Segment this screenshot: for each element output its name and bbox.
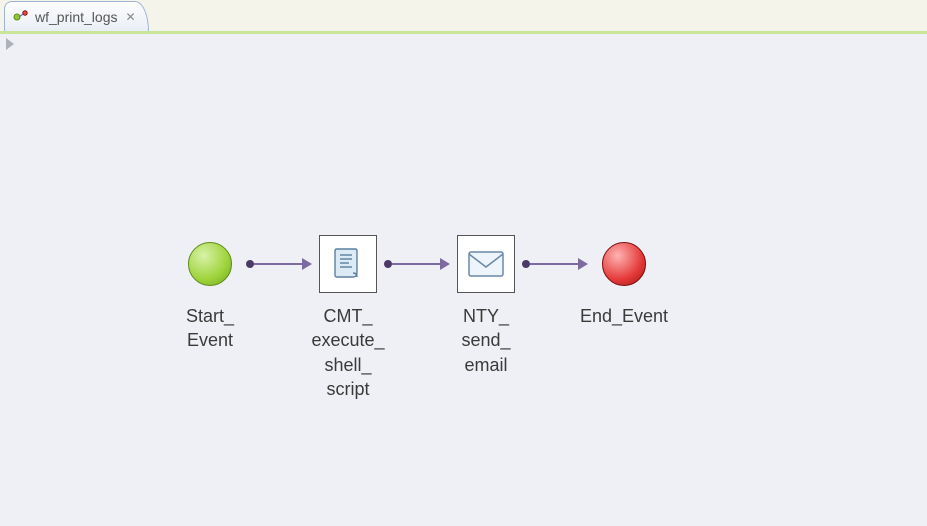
- expand-gutter-icon[interactable]: [6, 38, 14, 50]
- tab-bar: wf_print_logs ✕: [0, 0, 927, 32]
- connector-line: [530, 263, 578, 265]
- email-task-icon: [457, 235, 515, 293]
- node-label: CMT_ execute_ shell_ script: [311, 304, 384, 401]
- connector: [384, 234, 450, 294]
- workflow-icon: [13, 9, 29, 25]
- workflow-canvas[interactable]: Start_ Event C: [0, 32, 927, 526]
- tab-wf-print-logs[interactable]: wf_print_logs ✕: [4, 1, 149, 31]
- connector-arrowhead-icon: [578, 258, 588, 270]
- script-task-icon: [319, 235, 377, 293]
- connector-line: [254, 263, 302, 265]
- connector-line: [392, 263, 440, 265]
- connector-source-dot: [522, 260, 530, 268]
- connector-source-dot: [384, 260, 392, 268]
- start-event-icon: [188, 242, 232, 286]
- tab-title: wf_print_logs: [35, 9, 118, 25]
- end-event-icon: [602, 242, 646, 286]
- close-icon[interactable]: ✕: [124, 10, 138, 24]
- connector: [246, 234, 312, 294]
- connector-arrowhead-icon: [302, 258, 312, 270]
- workflow-flow: Start_ Event C: [150, 234, 684, 401]
- connector-arrowhead-icon: [440, 258, 450, 270]
- node-label: Start_ Event: [186, 304, 234, 353]
- node-label: NTY_ send_ email: [461, 304, 510, 377]
- connector: [522, 234, 588, 294]
- node-label: End_Event: [580, 304, 668, 328]
- connector-source-dot: [246, 260, 254, 268]
